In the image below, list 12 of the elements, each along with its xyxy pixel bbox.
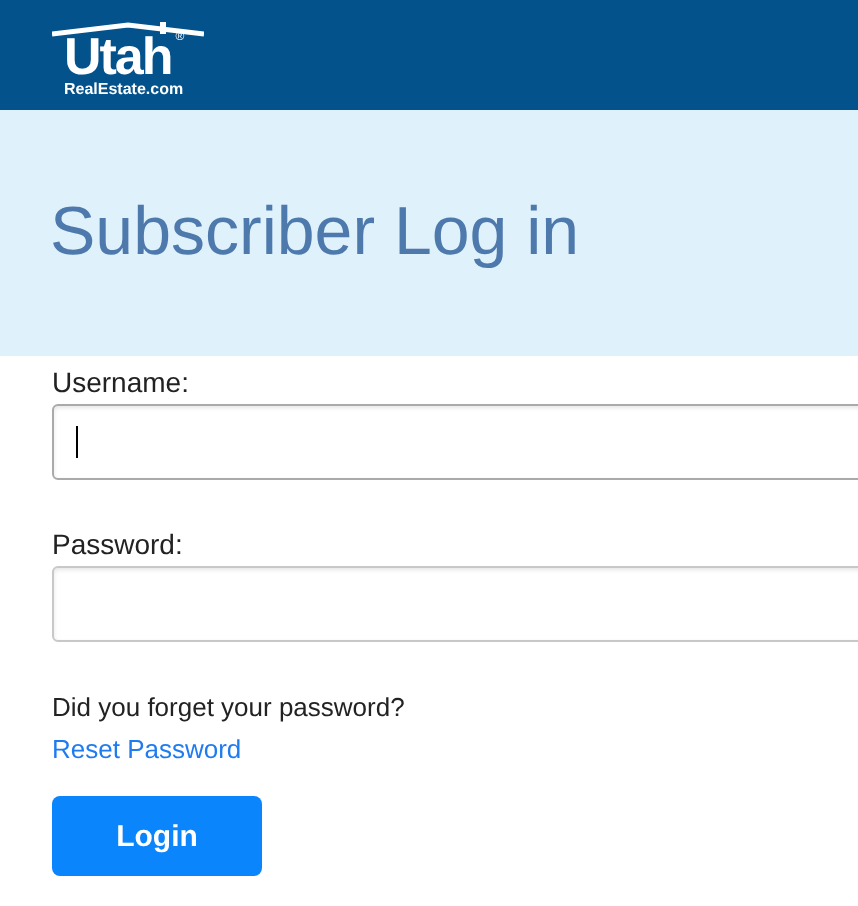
login-button[interactable]: Login [52, 796, 262, 876]
input-field[interactable] [52, 566, 858, 642]
field-label: Username: [52, 366, 191, 398]
forgot-question: Did you forget your password? [52, 692, 405, 722]
text-caret [76, 426, 78, 458]
input-field[interactable] [52, 404, 858, 480]
logo-text[interactable]: Utah [64, 31, 172, 79]
field-label: Password: [52, 528, 185, 560]
page-title: Subscriber Log in [50, 194, 580, 272]
reset-password-link[interactable]: Reset Password [52, 734, 242, 764]
roof-icon [52, 21, 204, 37]
logo-subtitle: RealEstate.com [64, 79, 184, 97]
